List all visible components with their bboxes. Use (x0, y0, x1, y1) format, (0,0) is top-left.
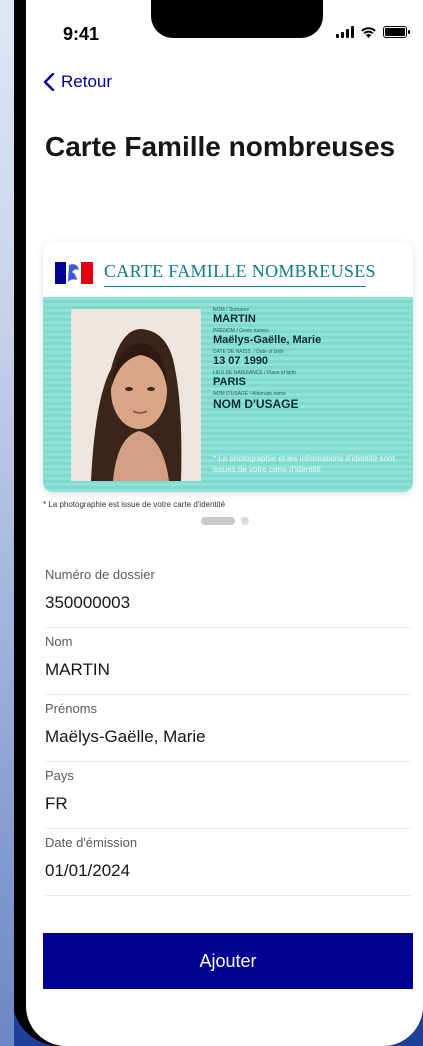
detail-label: Pays (45, 768, 74, 783)
notch (151, 0, 323, 38)
detail-label: Nom (45, 634, 73, 649)
detail-label: Date d'émission (45, 835, 138, 850)
card-field-value: MARTIN (213, 313, 256, 325)
detail-item: Pays FR (45, 762, 412, 829)
detail-value: MARTIN (45, 660, 110, 679)
wifi-icon (361, 27, 376, 38)
signal-icon (336, 26, 354, 38)
card-field-value: NOM D'USAGE (213, 397, 299, 411)
detail-item: Numéro de dossier 350000003 (45, 561, 412, 628)
card-title: CARTE FAMILLE NOMBREUSES (104, 261, 376, 281)
battery-icon (383, 26, 410, 38)
app-screen: 9:41 Retour Carte Famille nombreuses CAR… (26, 0, 423, 1046)
photo-note: * La photographie est issue de votre car… (43, 500, 226, 509)
add-button[interactable]: Ajouter (43, 933, 413, 989)
family-card[interactable]: CARTE FAMILLE NOMBREUSES NOM / Surname M… (43, 242, 413, 492)
detail-value: 350000003 (45, 593, 131, 612)
status-time: 9:41 (63, 24, 100, 44)
detail-label: Prénoms (45, 701, 98, 716)
pager-dot-active[interactable] (200, 517, 235, 525)
back-label: Retour (61, 72, 113, 91)
status-bar: 9:41 (26, 0, 423, 54)
detail-value: Maëlys-Gaëlle, Marie (45, 727, 206, 746)
detail-item: Date d'émission 01/01/2024 (45, 829, 412, 896)
card-field-value: Maëlys-Gaëlle, Marie (213, 334, 322, 346)
card-field-value: 13 07 1990 (213, 355, 269, 367)
card-header: CARTE FAMILLE NOMBREUSES (43, 242, 413, 297)
detail-value: 01/01/2024 (45, 861, 131, 880)
card-field-value: PARIS (213, 376, 246, 388)
detail-value: FR (45, 794, 68, 813)
status-icons (336, 26, 410, 38)
details-list: Numéro de dossier 350000003 Nom MARTIN P… (45, 561, 412, 896)
detail-label: Numéro de dossier (45, 567, 155, 582)
card-title-underline (104, 286, 366, 287)
marianne-logo-icon (55, 262, 93, 284)
card-fields: NOM / Surname MARTIN PRÉNOM / Given name… (213, 305, 321, 414)
carousel-pager[interactable] (26, 517, 423, 525)
detail-item: Prénoms Maëlys-Gaëlle, Marie (45, 695, 412, 762)
card-note: * La photographie et les informations d'… (213, 454, 395, 474)
card-body: NOM / Surname MARTIN PRÉNOM / Given name… (43, 297, 413, 492)
page-title: Carte Famille nombreuses (45, 131, 396, 162)
detail-item: Nom MARTIN (45, 628, 412, 695)
chevron-left-icon (43, 73, 55, 91)
pager-dot[interactable] (240, 517, 249, 525)
id-photo (71, 309, 201, 481)
back-button[interactable]: Retour (43, 72, 112, 92)
